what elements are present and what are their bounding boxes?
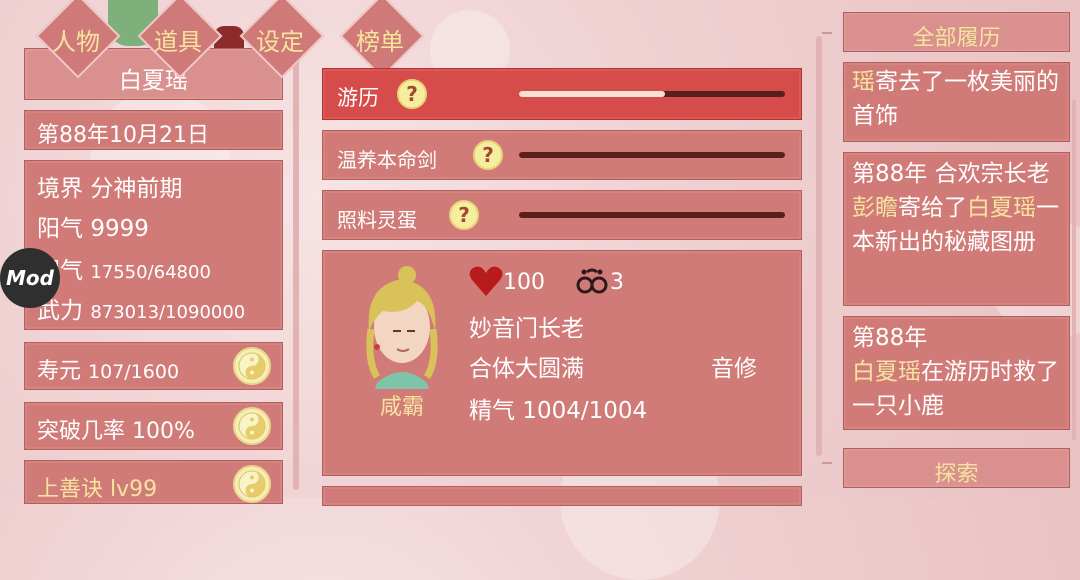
activity-row[interactable]: 游历 ? (322, 68, 802, 120)
history-text: 第88年 合欢宗长老 (852, 161, 1050, 187)
history-entry: 第88年 白夏瑶在游历时救了一只小鹿 (843, 316, 1070, 430)
lifespan-label: 寿元 (37, 359, 82, 384)
settings-button[interactable]: 设定 (256, 22, 304, 57)
player-name: 白夏瑶 (119, 68, 188, 94)
heart-icon (469, 265, 503, 301)
npc-realm: 合体大圆满 (469, 356, 584, 382)
handcuffs-icon (575, 266, 609, 300)
activity-progress-track (519, 152, 785, 158)
yang-label: 阳气 (37, 216, 83, 242)
realm-label: 境界 (37, 176, 83, 202)
scroll-cap (822, 32, 832, 34)
force-row: 武力 873013/1090000 (37, 291, 245, 325)
lifespan-row: 寿元 107/1600 (37, 353, 179, 385)
history-entry-text: 第88年 白夏瑶在游历时救了一只小鹿 (852, 321, 1063, 423)
activity-progress-track (519, 91, 785, 97)
history-text: 第88年 (852, 325, 928, 351)
activity-label: 温养本命剑 (337, 148, 437, 172)
npc-portrait[interactable] (347, 265, 457, 389)
right-scrollbar[interactable] (1072, 100, 1076, 440)
realm-row: 境界 分神前期 (37, 169, 182, 203)
help-icon[interactable]: ? (473, 140, 503, 170)
history-name: 白夏瑶 (967, 195, 1036, 221)
ranking-button[interactable]: 榜单 (356, 22, 404, 57)
explore-label: 探索 (934, 462, 979, 487)
left-scrollbar[interactable] (293, 30, 299, 490)
npc-essence-label: 精气 (469, 398, 515, 424)
help-icon[interactable]: ? (449, 200, 479, 230)
activity-progress-track (519, 212, 785, 218)
npc-title: 妙音门长老 (469, 316, 584, 342)
scroll-cap (822, 462, 832, 464)
stats-panel: 境界 分神前期 阳气 9999 阴气 17550/64800 武力 873013… (24, 160, 283, 330)
activity-row[interactable]: 照料灵蛋 ? (322, 190, 802, 240)
history-name: 白夏瑶 (852, 359, 921, 385)
history-entry-text: 第88年 合欢宗长老彭瞻寄给了白夏瑶一本新出的秘藏图册 (852, 157, 1063, 259)
breakthrough-panel[interactable]: 突破几率 100% (24, 402, 283, 450)
character-button[interactable]: 人物 (52, 22, 100, 57)
items-button[interactable]: 道具 (154, 22, 202, 57)
yang-value: 9999 (90, 216, 149, 242)
history-entry-text: 瑶寄去了一枚美丽的首饰 (852, 65, 1061, 133)
yinyang-icon[interactable] (233, 465, 271, 503)
force-value: 873013/1090000 (90, 302, 246, 323)
center-scrollbar[interactable] (816, 36, 822, 456)
yinyang-icon[interactable] (233, 407, 271, 445)
yin-value: 17550/64800 (90, 262, 211, 283)
history-entry: 第88年 合欢宗长老彭瞻寄给了白夏瑶一本新出的秘藏图册 (843, 152, 1070, 306)
skill-panel[interactable]: 上善诀 lv99 (24, 460, 283, 504)
skill-name: 上善诀 lv99 (37, 477, 158, 502)
yang-row: 阳气 9999 (37, 209, 149, 243)
breakthrough-value: 100% (132, 419, 195, 444)
npc-bonds: 3 (610, 270, 624, 295)
date-panel: 第88年10月21日 (24, 110, 283, 150)
mod-badge[interactable]: Mod (0, 248, 60, 308)
next-card[interactable] (322, 486, 802, 506)
yin-row: 阴气 17550/64800 (37, 251, 211, 285)
history-text: 寄去了一枚美丽的首饰 (852, 69, 1059, 129)
realm-value: 分神前期 (90, 176, 183, 202)
history-header[interactable]: 全部履历 (843, 12, 1070, 52)
help-icon[interactable]: ? (397, 79, 427, 109)
history-text: 寄给了 (898, 195, 967, 221)
explore-button[interactable]: 探索 (843, 448, 1070, 488)
npc-path: 音修 (711, 356, 757, 382)
breakthrough-row: 突破几率 100% (37, 413, 195, 445)
activity-row[interactable]: 温养本命剑 ? (322, 130, 802, 180)
lifespan-panel[interactable]: 寿元 107/1600 (24, 342, 283, 390)
lifespan-value: 107/1600 (88, 361, 180, 383)
npc-favor: 100 (503, 270, 545, 295)
history-header-label: 全部履历 (912, 26, 1001, 51)
npc-essence: 精气 1004/1004 (469, 391, 647, 425)
history-name: 瑶 (852, 69, 875, 95)
activity-label: 照料灵蛋 (337, 208, 417, 232)
activity-progress-fill (519, 91, 666, 97)
npc-card[interactable]: 咸霸 100 3 妙音门长老 合体大圆满 音修 精气 1004/1004 (322, 250, 802, 476)
npc-essence-value: 1004/1004 (522, 398, 648, 424)
history-name: 彭瞻 (852, 195, 898, 221)
breakthrough-label: 突破几率 (37, 419, 126, 444)
yinyang-icon[interactable] (233, 347, 271, 385)
game-date: 第88年10月21日 (37, 123, 209, 148)
npc-name: 咸霸 (379, 395, 424, 420)
history-entry: 瑶寄去了一枚美丽的首饰 (843, 62, 1070, 142)
activity-label: 游历 (337, 86, 379, 110)
